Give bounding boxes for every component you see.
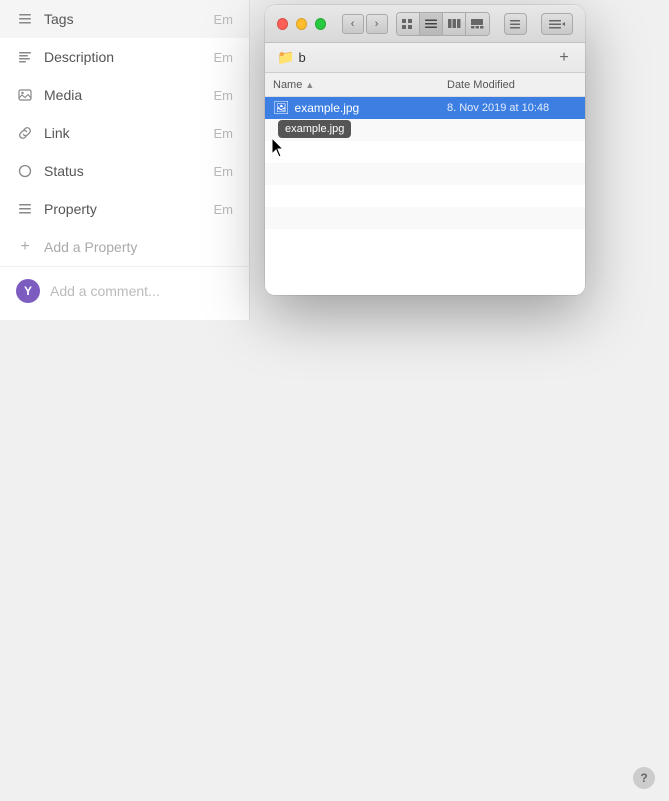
finder-headers: Name ▲ Date Modified <box>265 73 585 97</box>
sort-arrow-icon: ▲ <box>305 80 314 90</box>
tags-value: Em <box>214 12 234 27</box>
finder-window: ‹ › <box>265 5 585 295</box>
list-view-button[interactable] <box>420 13 443 35</box>
name-header-label: Name <box>273 79 302 91</box>
link-value: Em <box>214 126 234 141</box>
status-label: Status <box>44 163 84 179</box>
plus-icon: + <box>16 238 34 256</box>
sidebar-item-link[interactable]: Link Em <box>0 114 249 152</box>
property-label: Property <box>44 201 97 217</box>
file-row[interactable]: 🖼 example.jpg 8. Nov 2019 at 10:48 <box>265 97 585 119</box>
pathbar-add-button[interactable]: + <box>555 49 573 67</box>
empty-row-3 <box>265 163 585 185</box>
folder-name: b <box>298 50 305 65</box>
view-buttons <box>396 12 490 36</box>
avatar: Y <box>16 279 40 303</box>
file-name: 🖼 example.jpg <box>273 100 447 116</box>
list-icon <box>16 10 34 28</box>
empty-row-5 <box>265 207 585 229</box>
finder-titlebar: ‹ › <box>265 5 585 43</box>
description-value: Em <box>214 50 234 65</box>
link-label: Link <box>44 125 70 141</box>
pathbar-title: 📁 b <box>277 49 306 66</box>
file-icon: 🖼 <box>273 100 290 116</box>
action-button[interactable] <box>504 13 527 35</box>
property-value: Em <box>214 202 234 217</box>
tags-label: Tags <box>44 11 74 27</box>
nav-buttons: ‹ › <box>342 14 388 34</box>
minimize-button[interactable] <box>296 18 307 30</box>
file-date: 8. Nov 2019 at 10:48 <box>447 102 577 114</box>
add-property-button[interactable]: + Add a Property <box>0 228 249 266</box>
tooltip-text: example.jpg <box>285 123 344 135</box>
sidebar-item-tags[interactable]: Tags Em <box>0 0 249 38</box>
finder-pathbar: 📁 b + <box>265 43 585 73</box>
sidebar: Tags Em Description Em Media Em <box>0 0 250 320</box>
help-label: ? <box>640 771 647 785</box>
file-tooltip: example.jpg <box>278 120 351 138</box>
modified-header-label: Date Modified <box>447 79 515 91</box>
status-value: Em <box>214 164 234 179</box>
add-property-label: Add a Property <box>44 239 137 255</box>
sidebar-item-status[interactable]: Status Em <box>0 152 249 190</box>
modified-header[interactable]: Date Modified <box>447 79 577 91</box>
forward-button[interactable]: › <box>366 14 388 34</box>
add-comment-area[interactable]: Y Add a comment... <box>0 266 249 315</box>
icon-view-button[interactable] <box>397 13 420 35</box>
text-icon <box>16 48 34 66</box>
description-label: Description <box>44 49 114 65</box>
sidebar-item-media[interactable]: Media Em <box>0 76 249 114</box>
property-icon <box>16 200 34 218</box>
empty-row-6 <box>265 229 585 251</box>
media-value: Em <box>214 88 234 103</box>
help-button[interactable]: ? <box>633 767 655 789</box>
empty-row-4 <box>265 185 585 207</box>
back-button[interactable]: ‹ <box>342 14 364 34</box>
file-name-text: example.jpg <box>295 101 360 115</box>
more-button[interactable] <box>541 13 573 35</box>
link-icon <box>16 124 34 142</box>
sidebar-item-description[interactable]: Description Em <box>0 38 249 76</box>
gallery-view-button[interactable] <box>466 13 489 35</box>
comment-placeholder: Add a comment... <box>50 283 160 299</box>
image-icon <box>16 86 34 104</box>
sidebar-item-property[interactable]: Property Em <box>0 190 249 228</box>
name-header[interactable]: Name ▲ <box>273 79 447 91</box>
status-icon <box>16 162 34 180</box>
maximize-button[interactable] <box>315 18 326 30</box>
column-view-button[interactable] <box>443 13 466 35</box>
empty-row-2 <box>265 141 585 163</box>
folder-icon: 📁 <box>277 49 294 66</box>
media-label: Media <box>44 87 82 103</box>
close-button[interactable] <box>277 18 288 30</box>
